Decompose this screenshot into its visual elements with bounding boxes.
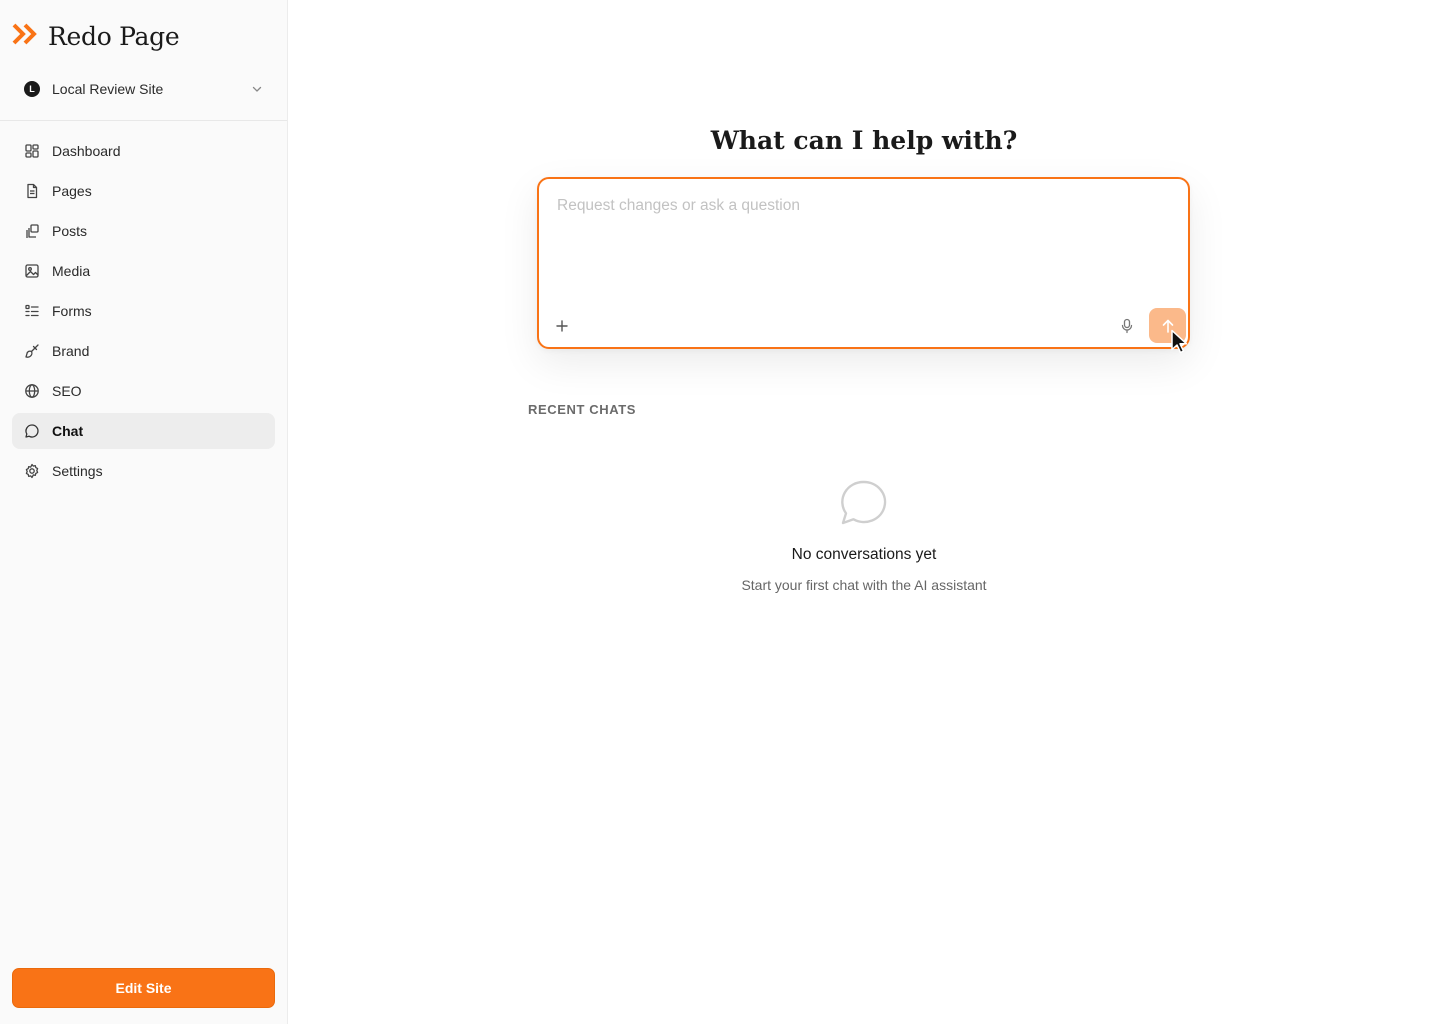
sidebar-item-label: Pages [52,183,92,199]
empty-state-subtitle: Start your first chat with the AI assist… [741,577,987,593]
sidebar-item-settings[interactable]: Settings [12,453,275,489]
site-name: Local Review Site [52,81,164,97]
sidebar-item-label: Dashboard [52,143,121,159]
edit-site-button[interactable]: Edit Site [12,968,275,1008]
site-switcher[interactable]: L Local Review Site [12,72,275,106]
logo-icon [12,23,40,50]
sidebar-item-dashboard[interactable]: Dashboard [12,133,275,169]
mouse-pointer-icon [1170,329,1190,360]
list-icon [24,303,40,319]
sidebar: Redo Page L Local Review Site Dashboard … [0,0,288,1024]
chat-icon [24,423,40,439]
brand-name: Redo Page [48,22,180,51]
sidebar-item-chat[interactable]: Chat [12,413,275,449]
chat-input[interactable] [557,197,1167,297]
sidebar-item-forms[interactable]: Forms [12,293,275,329]
sidebar-item-label: Posts [52,223,88,239]
site-avatar: L [24,81,40,97]
dashboard-icon [24,143,40,159]
recent-chats-heading: RECENT CHATS [528,402,637,417]
sidebar-item-label: Brand [52,343,90,359]
brush-icon [24,343,40,359]
sidebar-nav: Dashboard Pages Posts Media Forms Brand … [12,133,275,493]
sidebar-item-label: Media [52,263,91,279]
plus-icon[interactable] [553,317,571,335]
sidebar-item-brand[interactable]: Brand [12,333,275,369]
brand[interactable]: Redo Page [12,22,180,51]
sidebar-item-media[interactable]: Media [12,253,275,289]
posts-icon [24,223,40,239]
gear-icon [24,463,40,479]
sidebar-item-seo[interactable]: SEO [12,373,275,409]
chat-bubble-icon [839,479,889,532]
sidebar-divider [0,120,287,121]
sidebar-item-label: Settings [52,463,103,479]
page-icon [24,183,40,199]
sidebar-item-label: SEO [52,383,82,399]
empty-state-title: No conversations yet [791,546,937,563]
chat-composer [537,177,1190,349]
globe-icon [24,383,40,399]
sidebar-item-posts[interactable]: Posts [12,213,275,249]
sidebar-item-label: Chat [52,423,84,439]
image-icon [24,263,40,279]
page-title: What can I help with? [710,126,1018,155]
microphone-icon[interactable] [1118,317,1136,335]
chat-main: What can I help with? RECENT CHATS No co… [288,0,1440,1024]
sidebar-item-pages[interactable]: Pages [12,173,275,209]
chevron-down-icon [251,83,263,95]
sidebar-item-label: Forms [52,303,92,319]
